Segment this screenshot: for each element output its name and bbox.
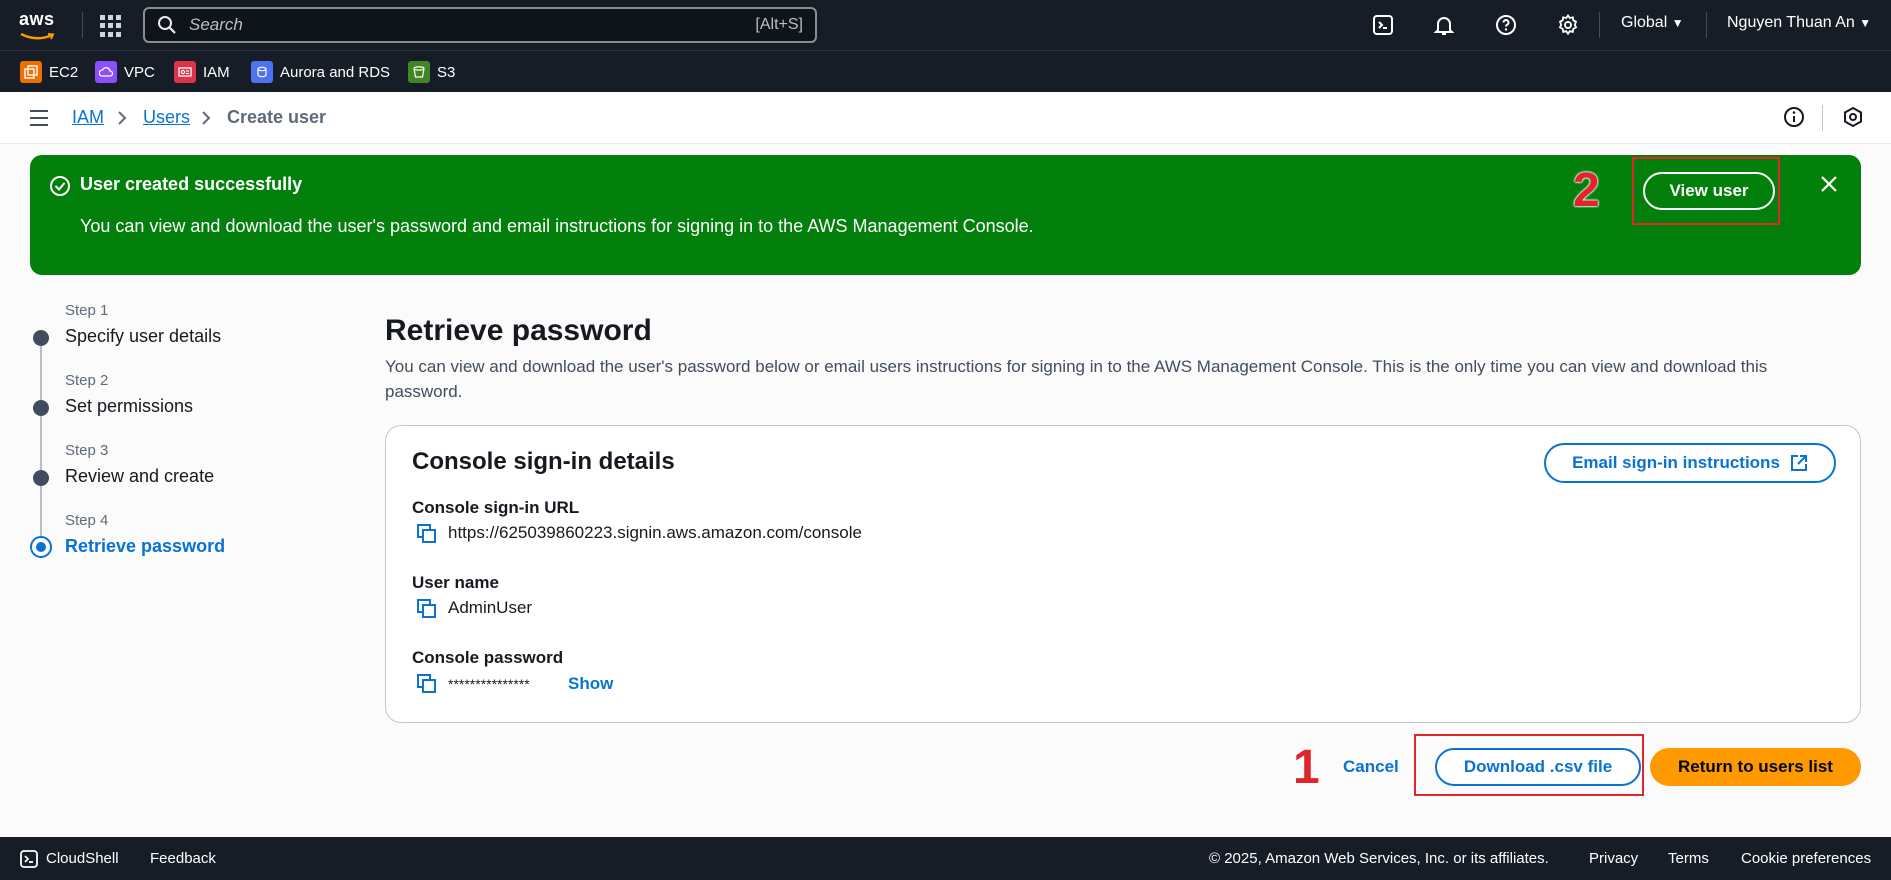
iam-icon [174, 61, 196, 83]
divider [82, 12, 83, 38]
card-title: Console sign-in details [412, 448, 675, 475]
favorite-ec2[interactable]: EC2 [20, 61, 78, 83]
copy-icon[interactable] [416, 598, 438, 620]
search-input[interactable]: Search [Alt+S] [143, 7, 817, 43]
page-description: You can view and download the user's pas… [385, 357, 1768, 401]
favorite-label: VPC [124, 63, 155, 81]
download-csv-button[interactable]: Download .csv file [1435, 748, 1641, 786]
flash-message: You can view and download the user's pas… [80, 216, 1034, 236]
breadcrumb-bar: IAM Users Create user [0, 92, 1891, 144]
search-icon [158, 16, 176, 34]
sign-in-url-value: https://625039860223.signin.aws.amazon.c… [448, 523, 862, 542]
favorite-label: IAM [203, 63, 230, 81]
feedback-panel-icon[interactable] [1842, 106, 1864, 128]
favorite-vpc[interactable]: VPC [95, 61, 155, 83]
return-to-users-list-button[interactable]: Return to users list [1650, 748, 1861, 786]
region-label: Global [1621, 14, 1668, 31]
favorite-iam[interactable]: IAM [174, 61, 230, 83]
step-4-label: Step 4 [65, 512, 109, 529]
annotation-number-1: 1 [1293, 741, 1320, 794]
services-menu-icon[interactable] [100, 15, 122, 37]
divider [1599, 12, 1600, 38]
close-icon[interactable] [1819, 174, 1839, 194]
favorite-aurora-rds[interactable]: Aurora and RDS [251, 61, 390, 83]
step-2-label: Step 2 [65, 372, 109, 389]
annotation-number-2: 2 [1573, 164, 1600, 217]
footer-privacy-link[interactable]: Privacy [1589, 850, 1638, 867]
console-password-value: *************** [448, 676, 530, 692]
aws-smile-icon [20, 32, 55, 40]
console-footer: CloudShell Feedback © 2025, Amazon Web S… [0, 837, 1891, 880]
chevron-right-icon [118, 111, 127, 125]
chevron-right-icon [202, 111, 211, 125]
info-icon[interactable] [1783, 106, 1805, 128]
step-2-title[interactable]: Set permissions [65, 396, 193, 417]
settings-gear-icon[interactable] [1556, 13, 1580, 37]
email-sign-in-instructions-button[interactable]: Email sign-in instructions [1544, 443, 1836, 483]
divider [1822, 105, 1823, 131]
breadcrumb-iam[interactable]: IAM [72, 107, 104, 128]
aws-logo[interactable]: aws [19, 10, 63, 40]
caret-down-icon: ▼ [1671, 16, 1684, 30]
notifications-bell-icon[interactable] [1432, 13, 1456, 37]
divider [1706, 12, 1707, 38]
copy-icon[interactable] [416, 523, 438, 545]
steps-connector-line [40, 338, 42, 548]
favorite-s3[interactable]: S3 [408, 61, 455, 83]
breadcrumb-users[interactable]: Users [143, 107, 190, 128]
footer-copyright: © 2025, Amazon Web Services, Inc. or its… [1209, 850, 1549, 867]
footer-terms-link[interactable]: Terms [1668, 850, 1709, 867]
s3-bucket-icon [408, 61, 430, 83]
step-4-indicator-active [30, 536, 52, 558]
search-shortcut: [Alt+S] [755, 16, 803, 33]
flash-header: User created successfully [80, 174, 303, 194]
show-password-link[interactable]: Show [568, 674, 613, 694]
step-1-title[interactable]: Specify user details [65, 326, 221, 347]
console-password-label: Console password [412, 648, 564, 667]
step-1-indicator [33, 330, 49, 346]
email-button-label: Email sign-in instructions [1572, 453, 1780, 472]
annotation-box-2 [1632, 157, 1780, 225]
user-name-value: AdminUser [448, 598, 533, 617]
favorite-label: S3 [437, 63, 456, 81]
step-3-title[interactable]: Review and create [65, 466, 214, 487]
step-3-label: Step 3 [65, 442, 109, 459]
favorite-label: Aurora and RDS [280, 63, 391, 81]
external-link-icon [1790, 455, 1807, 471]
success-check-icon [50, 176, 70, 196]
console-sign-in-details-card: Console sign-in details Email sign-in in… [385, 425, 1861, 723]
rds-icon [251, 61, 273, 83]
cancel-button[interactable]: Cancel [1343, 757, 1399, 777]
account-menu[interactable]: Nguyen Thuan An ▼ [1727, 14, 1871, 32]
user-name-label: User name [412, 573, 499, 592]
footer-feedback-link[interactable]: Feedback [150, 850, 216, 867]
favorite-label: EC2 [49, 63, 79, 81]
help-icon[interactable] [1494, 13, 1518, 37]
step-3-indicator [33, 470, 49, 486]
menu-hamburger-icon[interactable] [30, 110, 48, 126]
vpc-cloud-icon [95, 61, 117, 83]
top-navigation: aws Search [Alt+S] Global ▼ Nguyen Thuan… [0, 0, 1891, 50]
ec2-icon [20, 61, 42, 83]
region-selector[interactable]: Global ▼ [1621, 14, 1684, 32]
step-2-indicator [33, 400, 49, 416]
step-4-title: Retrieve password [65, 536, 226, 556]
cloudshell-icon[interactable] [19, 849, 39, 869]
favorites-bar: EC2 VPC IAM Aurora and RDS S3 [0, 50, 1891, 92]
page-title: Retrieve password [385, 314, 652, 347]
sign-in-url-label: Console sign-in URL [412, 498, 580, 517]
cloudshell-icon[interactable] [1371, 13, 1395, 37]
footer-cloudshell-link[interactable]: CloudShell [46, 850, 119, 867]
copy-icon[interactable] [416, 673, 438, 695]
search-placeholder: Search [189, 15, 243, 34]
step-1-label: Step 1 [65, 302, 109, 319]
account-name: Nguyen Thuan An [1727, 14, 1855, 31]
caret-down-icon: ▼ [1859, 16, 1872, 30]
breadcrumb-create-user: Create user [227, 107, 327, 127]
aws-logo-text: aws [19, 9, 55, 29]
footer-cookie-preferences-link[interactable]: Cookie preferences [1741, 850, 1871, 867]
